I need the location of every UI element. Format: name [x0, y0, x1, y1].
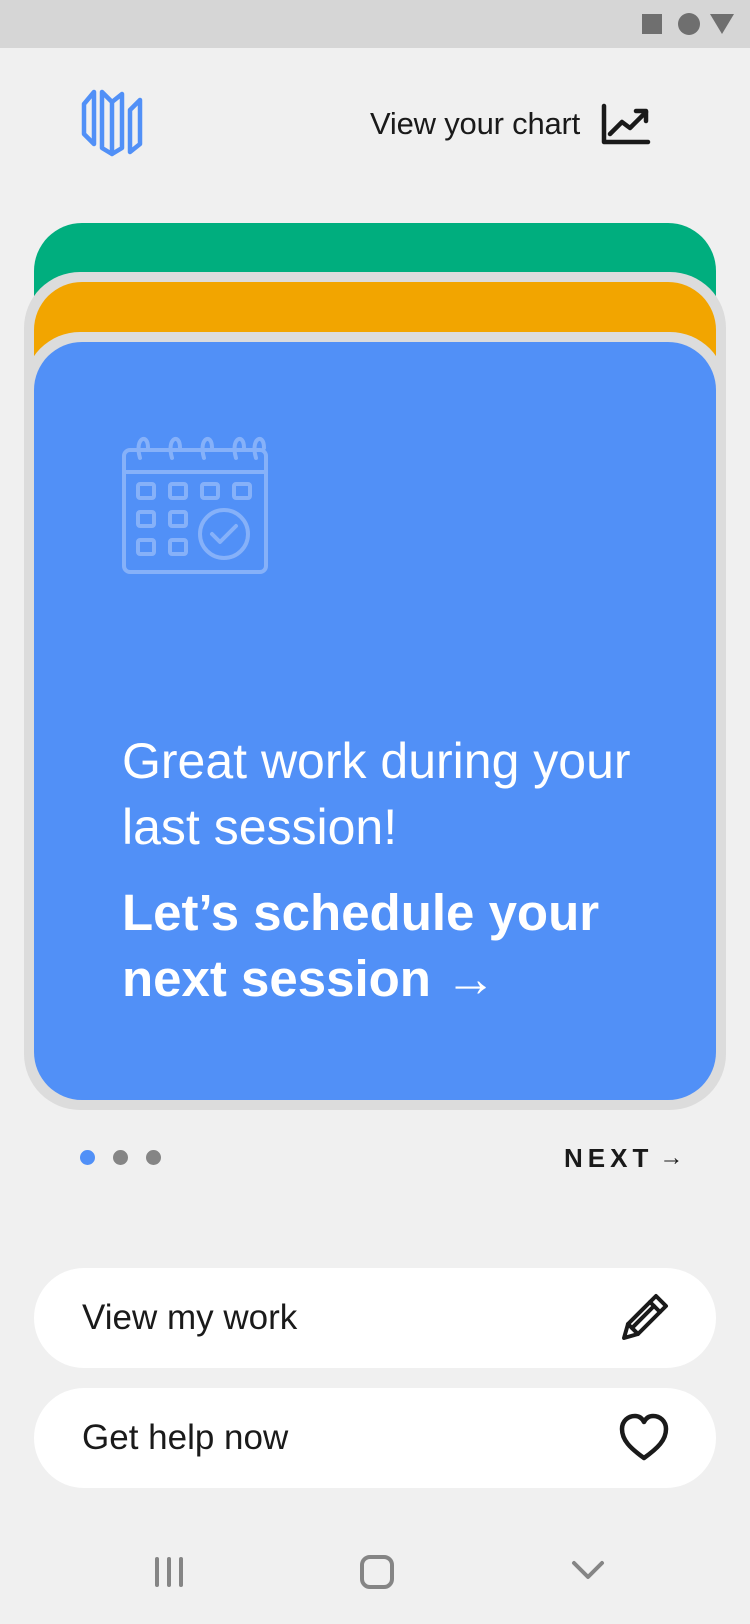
card-content: Great work during your last session! Let…: [122, 728, 702, 1012]
view-my-work-button[interactable]: View my work: [34, 1268, 716, 1368]
view-my-work-label: View my work: [82, 1298, 298, 1337]
square-icon: [642, 14, 662, 34]
carousel-pagination: [80, 1150, 161, 1165]
heart-icon: [619, 1413, 669, 1461]
circle-icon: [678, 13, 700, 35]
next-button[interactable]: NEXT →: [564, 1140, 683, 1176]
status-bar: [0, 0, 750, 48]
schedule-session-link[interactable]: Let’s schedule your next session →: [122, 880, 702, 1012]
card-message: Great work during your last session!: [122, 733, 631, 855]
back-chevron-icon[interactable]: [570, 1558, 606, 1582]
get-help-now-label: Get help now: [82, 1418, 289, 1457]
triangle-icon: [710, 14, 734, 34]
pencil-icon: [622, 1294, 668, 1340]
next-label: NEXT: [564, 1142, 654, 1173]
calendar-check-icon: [122, 436, 268, 574]
get-help-now-button[interactable]: Get help now: [34, 1388, 716, 1488]
view-chart-link[interactable]: View your chart: [370, 100, 652, 148]
pagination-dot-3[interactable]: [146, 1150, 161, 1165]
brand-logo[interactable]: [80, 86, 144, 158]
pagination-dot-2[interactable]: [113, 1150, 128, 1165]
view-chart-label: View your chart: [370, 106, 581, 141]
recent-apps-icon[interactable]: [152, 1556, 186, 1588]
arrow-right-icon: →: [659, 1144, 684, 1171]
pagination-dot-1[interactable]: [80, 1150, 95, 1165]
system-nav-bar: [0, 1524, 750, 1624]
trending-up-chart-icon: [601, 103, 651, 145]
home-icon[interactable]: [360, 1555, 394, 1589]
